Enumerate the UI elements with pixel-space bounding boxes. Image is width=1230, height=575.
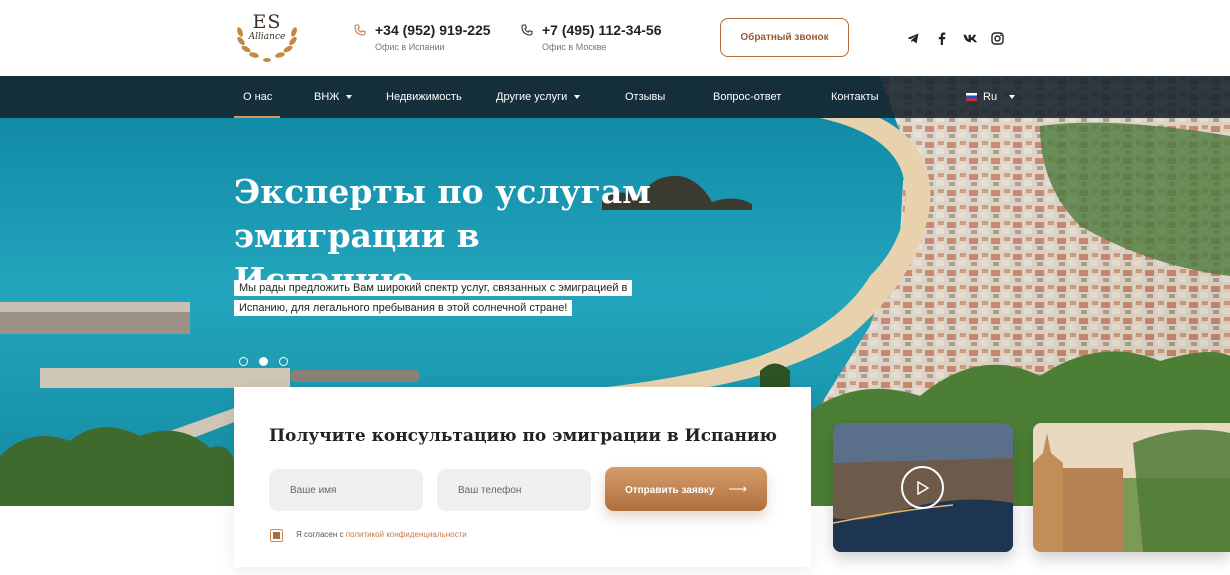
language-selector[interactable]: Ru [966,76,1016,118]
hero-title-line1: Эксперты по услугам [234,172,651,211]
submit-button[interactable]: Отправить заявку ⟶ [605,467,767,511]
site-header: ES Alliance +34 (952) 919-225 Офис в Исп… [0,0,1230,76]
facebook-icon[interactable] [934,30,950,46]
callback-button[interactable]: Обратный звонок [720,18,849,57]
slider-dot-3[interactable] [279,357,288,366]
consent-label: Я согласен с [296,530,346,539]
nav-label: Отзывы [625,91,666,103]
arrow-right-icon: ⟶ [728,481,748,496]
nav-label: Вопрос-ответ [713,91,782,103]
chevron-down-icon [346,95,353,100]
nav-label: О нас [243,91,273,103]
hero-subtitle: Мы рады предложить Вам широкий спектр ус… [234,278,654,318]
form-title: Получите консультацию по эмиграции в Исп… [269,426,777,446]
phone-label: Офис в Испании [375,42,445,52]
nav-item-about[interactable]: О нас [243,76,272,118]
logo-text: ES Alliance [232,11,302,43]
nav-item-residence[interactable]: ВНЖ [314,76,353,118]
nav-label: Другие услуги [496,91,568,103]
video-thumbnail-barcelona[interactable] [833,423,1013,552]
phone-number[interactable]: +7 (495) 112-34-56 [542,22,661,38]
phone-label: Офис в Москве [542,42,607,52]
instagram-icon[interactable] [989,30,1005,46]
phone-input[interactable] [437,469,591,511]
nav-label: Контакты [831,91,879,103]
play-button[interactable] [901,466,944,509]
main-nav: О нас ВНЖ Недвижимость Другие услуги Отз… [0,76,1230,118]
slider-dot-2[interactable] [259,357,268,366]
city-building-image [1033,423,1230,552]
name-input[interactable] [269,469,423,511]
slider-dot-1[interactable] [239,357,248,366]
submit-label: Отправить заявку [624,485,715,496]
privacy-policy-link[interactable]: политикой конфиденциальности [346,530,467,539]
phone-number[interactable]: +34 (952) 919-225 [375,22,491,38]
phone-icon [354,24,366,36]
logo[interactable]: ES Alliance [232,10,302,66]
consent-text: Я согласен с политикой конфиденциальност… [296,530,467,539]
russian-flag-icon [966,93,977,102]
telegram-icon[interactable] [905,30,921,46]
consent-checkbox[interactable] [270,529,283,542]
chevron-down-icon [1009,95,1016,100]
nav-item-contacts[interactable]: Контакты [831,76,879,118]
play-icon [916,480,929,495]
consultation-form: Получите консультацию по эмиграции в Исп… [234,387,811,567]
hero-title-line2: эмиграции [234,216,457,255]
video-thumbnail-madrid[interactable] [1033,423,1230,552]
nav-label: ВНЖ [314,91,340,103]
nav-item-reviews[interactable]: Отзывы [625,76,665,118]
logo-sub: Alliance [248,32,286,42]
nav-label: Недвижимость [386,91,462,103]
nav-item-services[interactable]: Другие услуги [496,76,581,118]
nav-item-faq[interactable]: Вопрос-ответ [713,76,781,118]
chevron-down-icon [574,95,581,100]
nav-active-indicator [234,116,280,118]
nav-item-realty[interactable]: Недвижимость [386,76,462,118]
hero-subtitle-text: Мы рады предложить Вам широкий спектр ус… [234,280,633,316]
language-label: Ru [983,91,998,103]
phone-icon [521,24,533,36]
logo-es: ES [252,11,282,33]
vk-icon[interactable] [962,30,978,46]
